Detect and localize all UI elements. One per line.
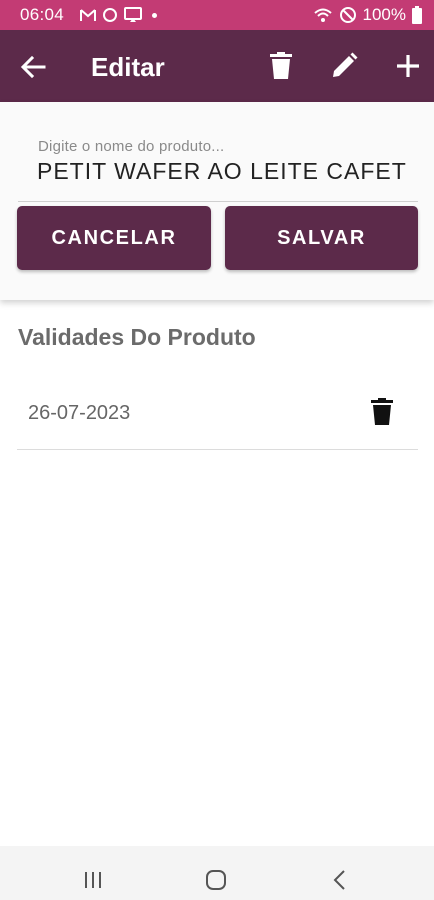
battery-icon xyxy=(412,6,422,24)
battery-text: 100% xyxy=(362,5,406,24)
validities-title: Validades Do Produto xyxy=(18,324,256,350)
status-bar: 06:04 100% xyxy=(0,0,434,30)
cast-icon xyxy=(124,7,142,22)
delete-icon[interactable] xyxy=(268,52,294,80)
product-name-label: Digite o nome do produto... xyxy=(38,138,225,155)
status-time: 06:04 xyxy=(20,5,65,24)
back-icon[interactable] xyxy=(330,868,350,892)
navigation-bar xyxy=(0,846,434,900)
dot-icon xyxy=(152,12,157,18)
recent-apps-icon[interactable] xyxy=(82,870,104,890)
app-bar: Editar xyxy=(0,30,434,102)
cancel-button[interactable]: CANCELAR xyxy=(17,206,211,270)
add-icon[interactable] xyxy=(394,52,422,80)
save-button[interactable]: SALVAR xyxy=(225,206,418,270)
validity-date: 26-07-2023 xyxy=(28,402,131,424)
system-icons: 100% xyxy=(313,5,422,25)
gmail-icon xyxy=(80,9,96,21)
wifi-icon xyxy=(313,8,332,22)
input-underline xyxy=(18,201,418,202)
home-icon[interactable] xyxy=(204,869,228,891)
delete-icon[interactable] xyxy=(370,398,394,426)
list-item[interactable]: 26-07-2023 xyxy=(17,378,418,450)
back-arrow-icon[interactable] xyxy=(20,54,46,80)
edit-product-card: Digite o nome do produto... PETIT WAFER … xyxy=(0,102,434,300)
product-name-input[interactable]: PETIT WAFER AO LEITE CAFET xyxy=(37,158,417,194)
circle-icon xyxy=(103,8,117,22)
page-title: Editar xyxy=(91,52,165,82)
notification-icons xyxy=(80,6,157,24)
edit-icon[interactable] xyxy=(330,52,358,80)
divider xyxy=(17,449,418,450)
do-not-disturb-icon xyxy=(339,7,356,23)
